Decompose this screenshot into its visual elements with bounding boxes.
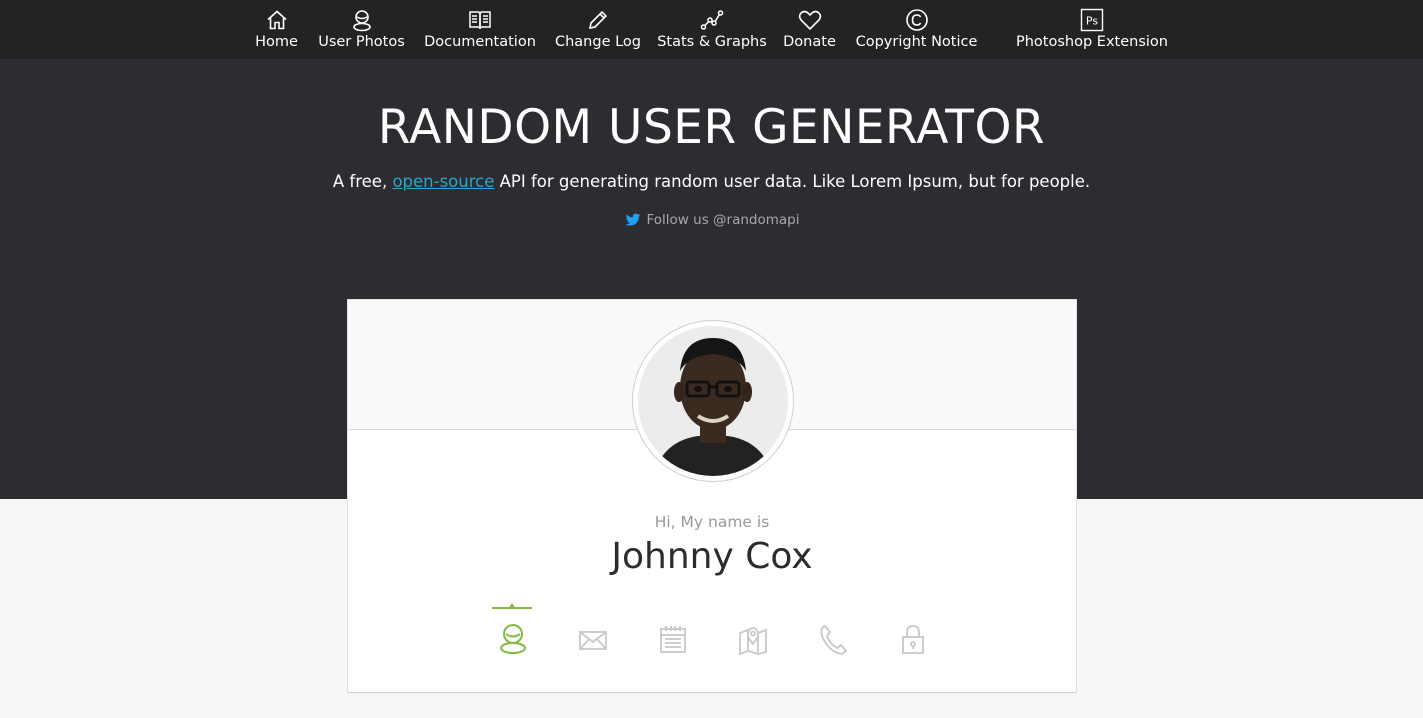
nav-label: Change Log <box>554 34 642 50</box>
nav-user-photos[interactable]: User Photos <box>318 8 405 54</box>
tab-email[interactable] <box>572 607 614 657</box>
phone-icon <box>820 624 848 655</box>
nav-label: Donate <box>783 34 836 50</box>
nav-label: Documentation <box>424 34 536 50</box>
nav-label: Copyright Notice <box>855 34 978 50</box>
lock-icon <box>902 625 924 654</box>
hero-subtitle: A free, open-source API for generating r… <box>0 172 1423 191</box>
greeting-label: Hi, My name is <box>654 513 770 531</box>
nav-label: Home <box>255 34 298 50</box>
nav-label: Stats & Graphs <box>657 34 767 50</box>
envelope-icon <box>579 631 607 650</box>
user-card: Hi, My name is Johnny Cox <box>347 299 1077 693</box>
avatar <box>632 320 794 482</box>
open-source-link[interactable]: open-source <box>392 172 494 191</box>
pencil-icon <box>588 10 608 30</box>
tab-name[interactable] <box>492 603 534 657</box>
nav-photoshop-extension[interactable]: Ps Photoshop Extension <box>1016 8 1168 54</box>
nav-donate[interactable]: Donate <box>783 8 836 54</box>
tab-address[interactable] <box>732 607 774 657</box>
page-title: RANDOM USER GENERATOR <box>377 100 1046 155</box>
subtitle-prefix: A free, <box>332 172 393 191</box>
tab-password[interactable] <box>892 607 934 657</box>
nav-home[interactable]: Home <box>255 8 298 54</box>
subtitle-suffix: API for generating random user data. Lik… <box>494 172 1091 191</box>
map-icon <box>739 627 767 655</box>
nav-change-log[interactable]: Change Log <box>554 8 642 54</box>
tab-phone[interactable] <box>812 607 854 657</box>
graph-icon <box>700 10 724 30</box>
calendar-icon <box>660 626 686 653</box>
twitter-icon <box>625 213 640 226</box>
nav-documentation[interactable]: Documentation <box>424 8 536 54</box>
home-icon <box>266 10 287 30</box>
user-icon <box>352 10 371 32</box>
heart-icon <box>798 10 821 31</box>
follow-text: Follow us @randomapi <box>646 212 800 228</box>
twitter-follow-link[interactable]: Follow us @randomapi <box>0 212 1423 228</box>
nav-copyright-notice[interactable]: Copyright Notice <box>856 8 977 54</box>
svg-text:Ps: Ps <box>1086 15 1098 28</box>
user-name: Johnny Cox <box>611 536 813 577</box>
nav-label: Photoshop Extension <box>1016 34 1168 50</box>
user-icon <box>500 624 526 654</box>
book-icon <box>469 11 491 30</box>
nav-stats-graphs[interactable]: Stats & Graphs <box>657 8 767 54</box>
nav-label: User Photos <box>318 34 405 50</box>
copyright-icon <box>905 9 928 31</box>
user-info-tabs <box>492 603 934 657</box>
tab-birthday[interactable] <box>652 607 694 657</box>
avatar-photo <box>638 326 788 476</box>
top-nav: Home User Photos Documentation Change Lo… <box>0 0 1423 59</box>
photoshop-icon: Ps <box>1080 8 1104 32</box>
